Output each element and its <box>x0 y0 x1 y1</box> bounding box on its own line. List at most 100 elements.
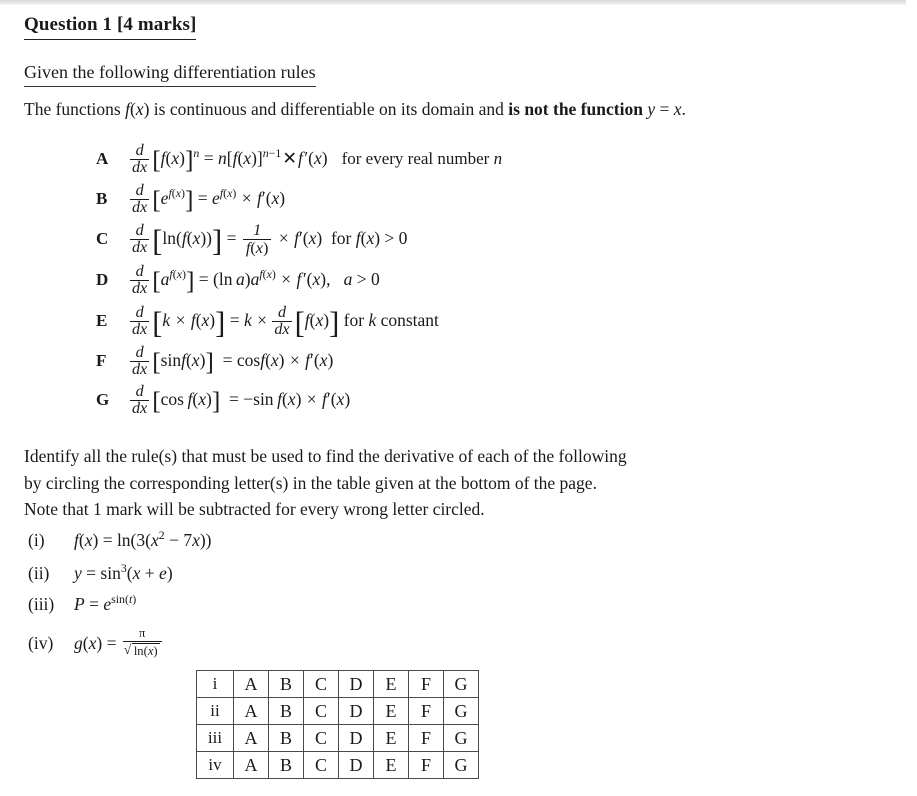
table-row[interactable]: iii A B C D E F G <box>196 724 479 752</box>
answer-cell-iii-b[interactable]: B <box>268 724 304 752</box>
subquestion-ii: (ii) y = sin3(x + e) <box>28 561 173 583</box>
pi-over-sqrt-ln-fraction: πln(x) <box>122 626 162 659</box>
rule-letter-d: D <box>96 270 109 290</box>
intro-fx-variable: x <box>135 99 144 119</box>
answer-cell-iv-b[interactable]: B <box>268 751 304 779</box>
intro-bold-clause: is not the function <box>508 99 643 119</box>
answer-grid-table[interactable]: i A B C D E F G ii A B C D E F G iii A B… <box>196 670 479 779</box>
ddx-operator: d dx <box>130 182 150 217</box>
subquestion-iv-expression: g(x) = πln(x) <box>74 626 164 658</box>
rule-letter-a: A <box>96 149 109 169</box>
answer-cell-i-g[interactable]: G <box>443 670 479 698</box>
intro-paragraph: The functions f(x) is continuous and dif… <box>24 99 686 121</box>
rule-row-e: Ed dx [k × f(x)] = k × d dx [f(x)] for k con… <box>96 304 439 340</box>
rule-note-a-var: n <box>493 149 503 169</box>
intro-text-2: is continuous and differentiable on its … <box>149 99 509 119</box>
section-subheading: Given the following differentiation rule… <box>24 62 316 87</box>
rule-body-g: d dx [cos f(x)] = −sin f(x) × f′(x) <box>130 383 351 418</box>
rule-row-c: Cd dx [ln(f(x))] = 1 f(x) × f′(x) for f(x) … <box>96 222 407 257</box>
intro-equals: = <box>655 99 674 119</box>
subquestion-i-label: (i) <box>28 529 45 550</box>
answer-row-label-ii: ii <box>196 697 234 725</box>
question-title-text: Question 1 [4 marks] <box>24 14 197 35</box>
subquestion-iv: (iv) g(x) = πln(x) <box>28 626 164 659</box>
answer-cell-ii-a[interactable]: A <box>233 697 269 725</box>
answer-cell-iv-f[interactable]: F <box>408 751 444 779</box>
answer-cell-i-c[interactable]: C <box>303 670 339 698</box>
instructions-line-1: Identify all the rule(s) that must be us… <box>24 446 627 466</box>
rule-note-a: for every real number n <box>341 149 503 169</box>
answer-cell-ii-g[interactable]: G <box>443 697 479 725</box>
subquestion-iii: (iii) P = esin(t) <box>28 592 137 614</box>
ddx-operator: d dx <box>130 142 150 177</box>
table-row[interactable]: ii A B C D E F G <box>196 697 479 725</box>
answer-cell-iii-f[interactable]: F <box>408 724 444 752</box>
rule-letter-b: B <box>96 189 108 209</box>
subquestion-ii-label: (ii) <box>28 562 50 583</box>
rule-letter-e: E <box>96 311 108 331</box>
subquestion-iv-label: (iv) <box>28 632 54 653</box>
subquestion-iii-expression: P = esin(t) <box>74 592 137 614</box>
rule-row-g: Gd dx [cos f(x)] = −sin f(x) × f′(x) <box>96 383 351 418</box>
page-title: Question 1 [4 marks] <box>24 14 197 40</box>
answer-cell-iii-e[interactable]: E <box>373 724 409 752</box>
intro-period: . <box>681 99 686 119</box>
ddx-operator: d dx <box>130 304 150 339</box>
answer-cell-iv-e[interactable]: E <box>373 751 409 779</box>
rule-row-a: Ad dx [f(x)]n = n[f(x)]n−1✕f ′(x) for every… <box>96 142 503 177</box>
rule-body-c: d dx [ln(f(x))] = 1 f(x) × f′(x) for f(x) >… <box>130 221 408 258</box>
answer-cell-iii-a[interactable]: A <box>233 724 269 752</box>
answer-cell-ii-c[interactable]: C <box>303 697 339 725</box>
rule-body-b: d dx [ef(x)] = ef(x) × f′(x) <box>130 182 286 217</box>
answer-cell-iii-g[interactable]: G <box>443 724 479 752</box>
answer-cell-i-a[interactable]: A <box>233 670 269 698</box>
answer-row-label-iv: iv <box>196 751 234 779</box>
answer-cell-i-b[interactable]: B <box>268 670 304 698</box>
answer-cell-ii-b[interactable]: B <box>268 697 304 725</box>
one-over-fx-fraction: 1 f(x) <box>242 222 272 256</box>
rule-body-e: d dx [k × f(x)] = k × d dx [f(x)] for k cons… <box>130 304 439 340</box>
rule-letter-g: G <box>96 390 110 410</box>
intro-y-variable: y <box>647 99 656 119</box>
answer-cell-i-e[interactable]: E <box>373 670 409 698</box>
subquestion-i: (i) f(x) = ln(3(x2 − 7x)) <box>28 528 212 550</box>
subquestion-ii-expression: y = sin3(x + e) <box>74 561 173 583</box>
rule-row-f: Fd dx [sinf(x)] = cosf(x) × f′(x) <box>96 344 333 379</box>
rule-body-a: d dx [f(x)]n = n[f(x)]n−1✕f ′(x) <box>130 142 328 177</box>
answer-cell-iii-d[interactable]: D <box>338 724 374 752</box>
ddx-operator: d dx <box>130 263 150 298</box>
ddx-operator: d dx <box>130 222 150 257</box>
rule-letter-c: C <box>96 229 109 249</box>
answer-row-label-iii: iii <box>196 724 234 752</box>
answer-cell-i-f[interactable]: F <box>408 670 444 698</box>
instructions-line-3: Note that 1 mark will be subtracted for … <box>24 499 485 519</box>
exam-page: Question 1 [4 marks] Given the following… <box>0 0 917 796</box>
answer-cell-ii-d[interactable]: D <box>338 697 374 725</box>
instructions-block: Identify all the rule(s) that must be us… <box>24 443 627 523</box>
intro-text-1: The functions <box>24 99 126 119</box>
subheading-text: Given the following differentiation rule… <box>24 62 316 82</box>
table-row[interactable]: i A B C D E F G <box>196 670 479 698</box>
ddx-operator: d dx <box>272 304 292 339</box>
answer-cell-iv-c[interactable]: C <box>303 751 339 779</box>
answer-row-label-i: i <box>196 670 234 698</box>
rule-row-b: Bd dx [ef(x)] = ef(x) × f′(x) <box>96 182 286 217</box>
subquestion-iii-label: (iii) <box>28 593 55 614</box>
answer-cell-iv-a[interactable]: A <box>233 751 269 779</box>
answer-cell-iii-c[interactable]: C <box>303 724 339 752</box>
intro-x-variable: x <box>673 99 682 119</box>
subquestion-i-expression: f(x) = ln(3(x2 − 7x)) <box>74 528 212 550</box>
ddx-operator: d dx <box>130 344 150 379</box>
answer-cell-ii-f[interactable]: F <box>408 697 444 725</box>
instructions-line-2: by circling the corresponding letter(s) … <box>24 472 597 493</box>
rule-body-d: d dx [af(x)] = (ln a)af(x) × f ′(x), a > 0 <box>130 263 380 298</box>
square-root-icon: ln(x) <box>124 642 160 658</box>
answer-cell-ii-e[interactable]: E <box>373 697 409 725</box>
table-row[interactable]: iv A B C D E F G <box>196 751 479 779</box>
answer-cell-iv-d[interactable]: D <box>338 751 374 779</box>
ddx-operator: d dx <box>130 383 150 418</box>
rule-letter-f: F <box>96 351 107 371</box>
answer-cell-i-d[interactable]: D <box>338 670 374 698</box>
answer-cell-iv-g[interactable]: G <box>443 751 479 779</box>
rule-row-d: Dd dx [af(x)] = (ln a)af(x) × f ′(x), a > … <box>96 263 380 298</box>
